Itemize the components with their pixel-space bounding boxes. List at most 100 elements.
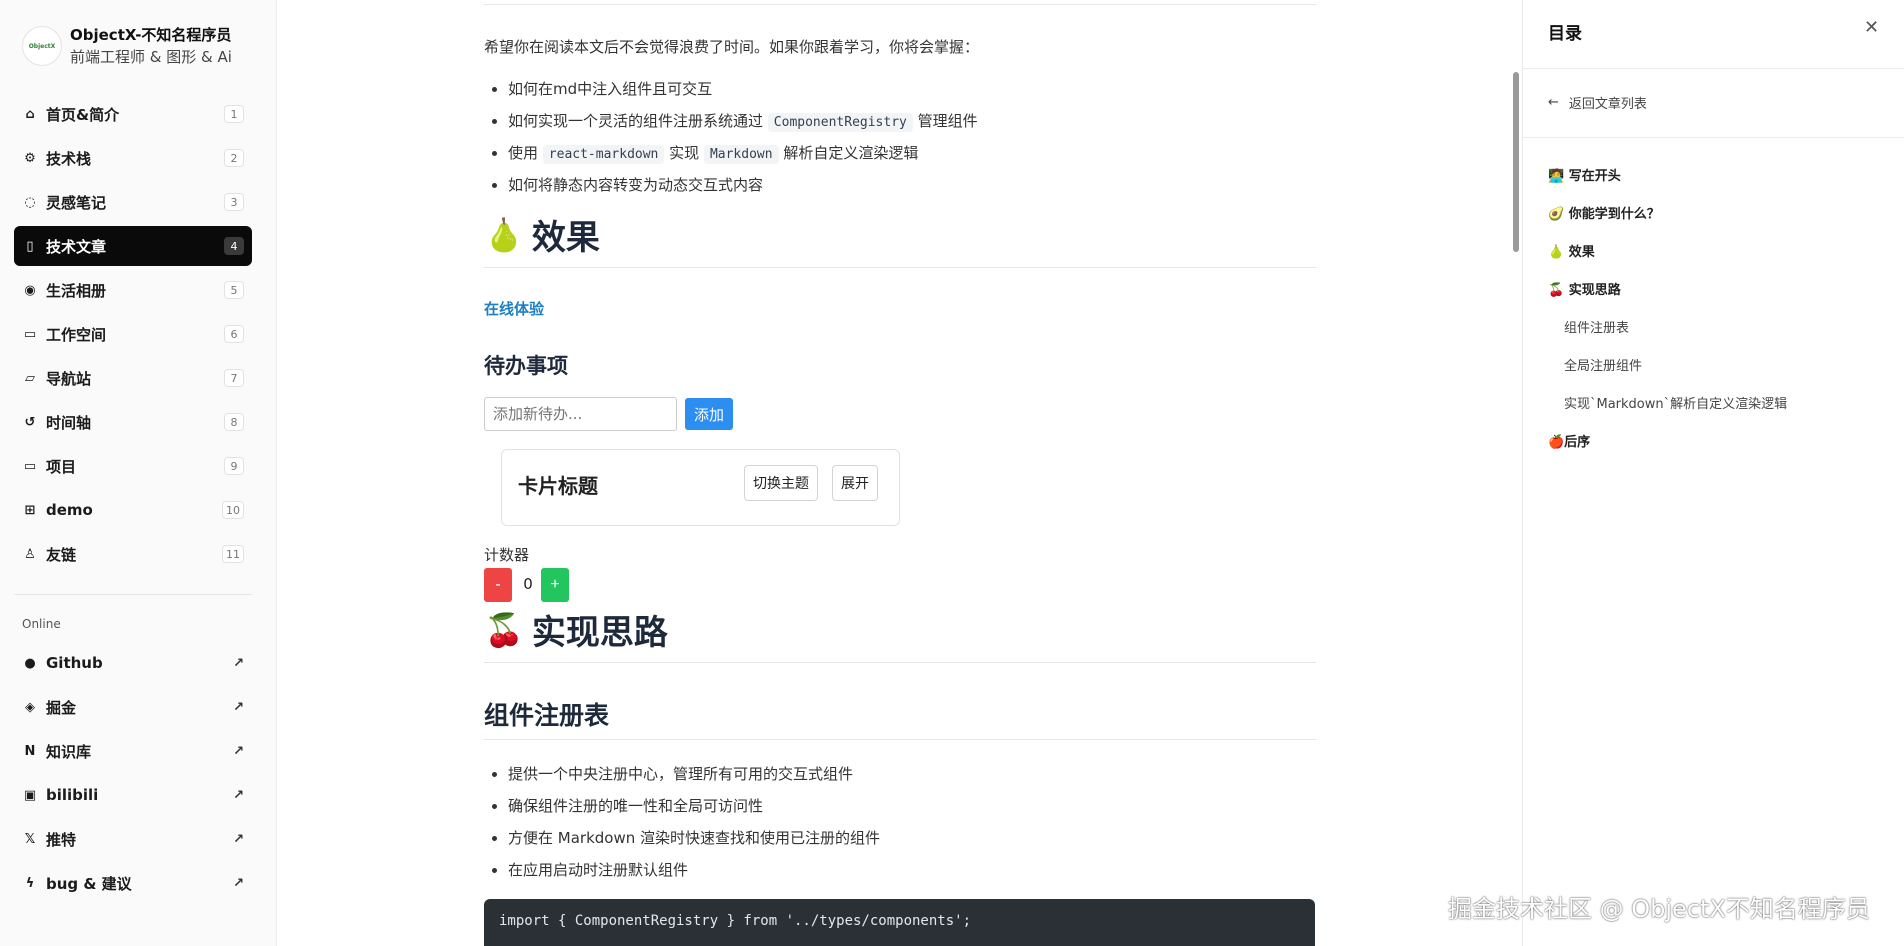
external-arrow-icon: ↗ [233,875,244,891]
nav-item-friends[interactable]: ♙ 友链 11 [14,534,252,574]
list-item-text: 管理组件 [917,112,978,130]
code-block: import { ComponentRegistry } from '../ty… [484,899,1315,946]
list-item-text: 如何在md中注入组件且可交互 [508,80,713,98]
nav-label: demo [46,501,93,519]
nav-shortcut-badge: 7 [224,369,244,387]
toc-title: 目录 [1548,24,1582,44]
online-link-twitter[interactable]: 𝕏 推特 ↗ [14,819,252,859]
nav-label: 技术栈 [46,149,92,168]
online-link-label: 知识库 [46,742,92,761]
toc-item[interactable]: 🍒 实现思路 [1548,274,1888,312]
lightbulb-icon: ◌ [24,194,36,210]
toc-subitem[interactable]: 全局注册组件 [1548,350,1888,388]
inline-code: ComponentRegistry [767,113,913,132]
juejin-icon: ◈ [25,699,35,715]
expand-button[interactable]: 展开 [832,465,878,501]
registry-list: 提供一个中央注册中心，管理所有可用的交互式组件 确保组件注册的唯一性和全局可访问… [508,761,880,889]
increment-button[interactable]: + [541,568,569,602]
profile-name: ObjectX-不知名程序员 [70,26,232,44]
online-demo-link[interactable]: 在线体验 [484,298,544,319]
list-item: 如何实现一个灵活的组件注册系统通过 ComponentRegistry 管理组件 [508,108,978,140]
nav-item-album[interactable]: ◉ 生活相册 5 [14,270,252,310]
code-line: import { ComponentRegistry } from '../ty… [499,913,972,929]
online-link-juejin[interactable]: ◈ 掘金 ↗ [14,687,252,727]
online-link-knowledge-base[interactable]: N 知识库 ↗ [14,731,252,771]
nav-item-projects[interactable]: ▭ 项目 9 [14,446,252,486]
bilibili-icon: ▣ [23,787,37,803]
todo-add-button[interactable]: 添加 [685,398,733,430]
toc-item[interactable]: 🍐 效果 [1548,236,1888,274]
x-twitter-icon: 𝕏 [24,831,36,847]
list-item-text: 如何实现一个灵活的组件注册系统通过 [508,112,764,130]
toggle-theme-button[interactable]: 切换主题 [744,465,818,501]
list-item-text: 使用 [508,144,539,162]
nav-shortcut-badge: 2 [224,149,244,167]
heading-divider [484,662,1316,663]
nav-item-notes[interactable]: ◌ 灵感笔记 3 [14,182,252,222]
history-icon: ↺ [24,414,36,430]
cherry-emoji-icon: 🍒 [484,610,524,649]
counter-label: 计数器 [484,546,530,564]
nav-label: 时间轴 [46,413,92,432]
nav-item-timeline[interactable]: ↺ 时间轴 8 [14,402,252,442]
list-item-text: 解析自定义渲染逻辑 [783,144,919,162]
online-link-github[interactable]: ● Github ↗ [14,643,252,683]
main-nav: ⌂ 首页&简介 1 ⚙ 技术栈 2 ◌ 灵感笔记 3 ▯ 技术文章 4 ◉ 生活 [14,94,252,578]
nav-item-demo[interactable]: ⊞ demo 10 [14,490,252,530]
profile[interactable]: ObjectX ObjectX-不知名程序员 前端工程师 & 图形 & Ai [22,24,232,68]
online-link-label: 掘金 [46,698,77,717]
nav-item-workspace[interactable]: ▭ 工作空间 6 [14,314,252,354]
heading-divider [484,739,1316,740]
profile-subtitle: 前端工程师 & 图形 & Ai [70,48,232,66]
list-item: 确保组件注册的唯一性和全局可访问性 [508,793,880,825]
github-icon: ● [24,655,36,671]
toc-subitem[interactable]: 组件注册表 [1548,312,1888,350]
external-arrow-icon: ↗ [233,787,244,803]
learn-list: 如何在md中注入组件且可交互 如何实现一个灵活的组件注册系统通过 Compone… [508,76,978,204]
intro-paragraph: 希望你在阅读本文后不会觉得浪费了时间。如果你跟着学习，你将会掌握： [484,38,980,56]
home-icon: ⌂ [25,106,35,122]
list-item: 使用 react-markdown 实现 Markdown 解析自定义渲染逻辑 [508,140,978,172]
nav-label: 工作空间 [46,325,107,344]
cpu-icon: ⚙ [24,150,36,166]
scrollbar-thumb[interactable] [1513,72,1519,252]
avatar: ObjectX [22,26,62,66]
toc-item[interactable]: 🥑 你能学到什么？ [1548,198,1888,236]
nav-item-home[interactable]: ⌂ 首页&简介 1 [14,94,252,134]
close-icon[interactable]: ✕ [1864,17,1879,38]
online-link-bilibili[interactable]: ▣ bilibili ↗ [14,775,252,815]
book-icon: ▯ [26,238,34,254]
toc-item[interactable]: 🧑‍💻 写在开头 [1548,160,1888,198]
nav-shortcut-badge: 6 [224,325,244,343]
folder-icon: ▭ [23,458,37,474]
nav-label: 导航站 [46,369,92,388]
todo-input[interactable] [484,397,677,431]
watermark: 掘金技术社区 @ ObjectX不知名程序员 [1448,895,1870,923]
inline-code: Markdown [703,145,779,164]
list-item-text: 如何将静态内容转变为动态交互式内容 [508,176,764,194]
back-to-articles-link[interactable]: ← 返回文章列表 [1548,93,1647,112]
toc-item[interactable]: 🍎后序 [1548,426,1888,464]
notion-icon: N [24,743,36,759]
online-link-feedback[interactable]: ϟ bug & 建议 ↗ [14,863,252,903]
decrement-button[interactable]: - [484,568,512,602]
users-icon: ♙ [24,546,36,562]
heading-registry: 组件注册表 [484,701,610,730]
camera-icon: ◉ [24,282,36,298]
nav-item-tech-stack[interactable]: ⚙ 技术栈 2 [14,138,252,178]
nav-shortcut-badge: 4 [224,237,244,255]
list-item-text: 确保组件注册的唯一性和全局可访问性 [508,797,764,815]
external-arrow-icon: ↗ [233,655,244,671]
list-item-text: 在应用启动时注册默认组件 [508,861,689,879]
nav-shortcut-badge: 1 [224,105,244,123]
list-item-text: 实现 [669,144,700,162]
divider [1523,68,1904,69]
nav-shortcut-badge: 8 [224,413,244,431]
profile-text: ObjectX-不知名程序员 前端工程师 & 图形 & Ai [70,24,232,68]
nav-item-navigation[interactable]: ▱ 导航站 7 [14,358,252,398]
todo-heading: 待办事项 [484,354,568,378]
toc-subitem[interactable]: 实现`Markdown`解析自定义渲染逻辑 [1548,388,1888,426]
online-link-label: Github [46,654,103,672]
nav-item-articles[interactable]: ▯ 技术文章 4 [14,226,252,266]
grid-plus-icon: ⊞ [24,502,36,518]
